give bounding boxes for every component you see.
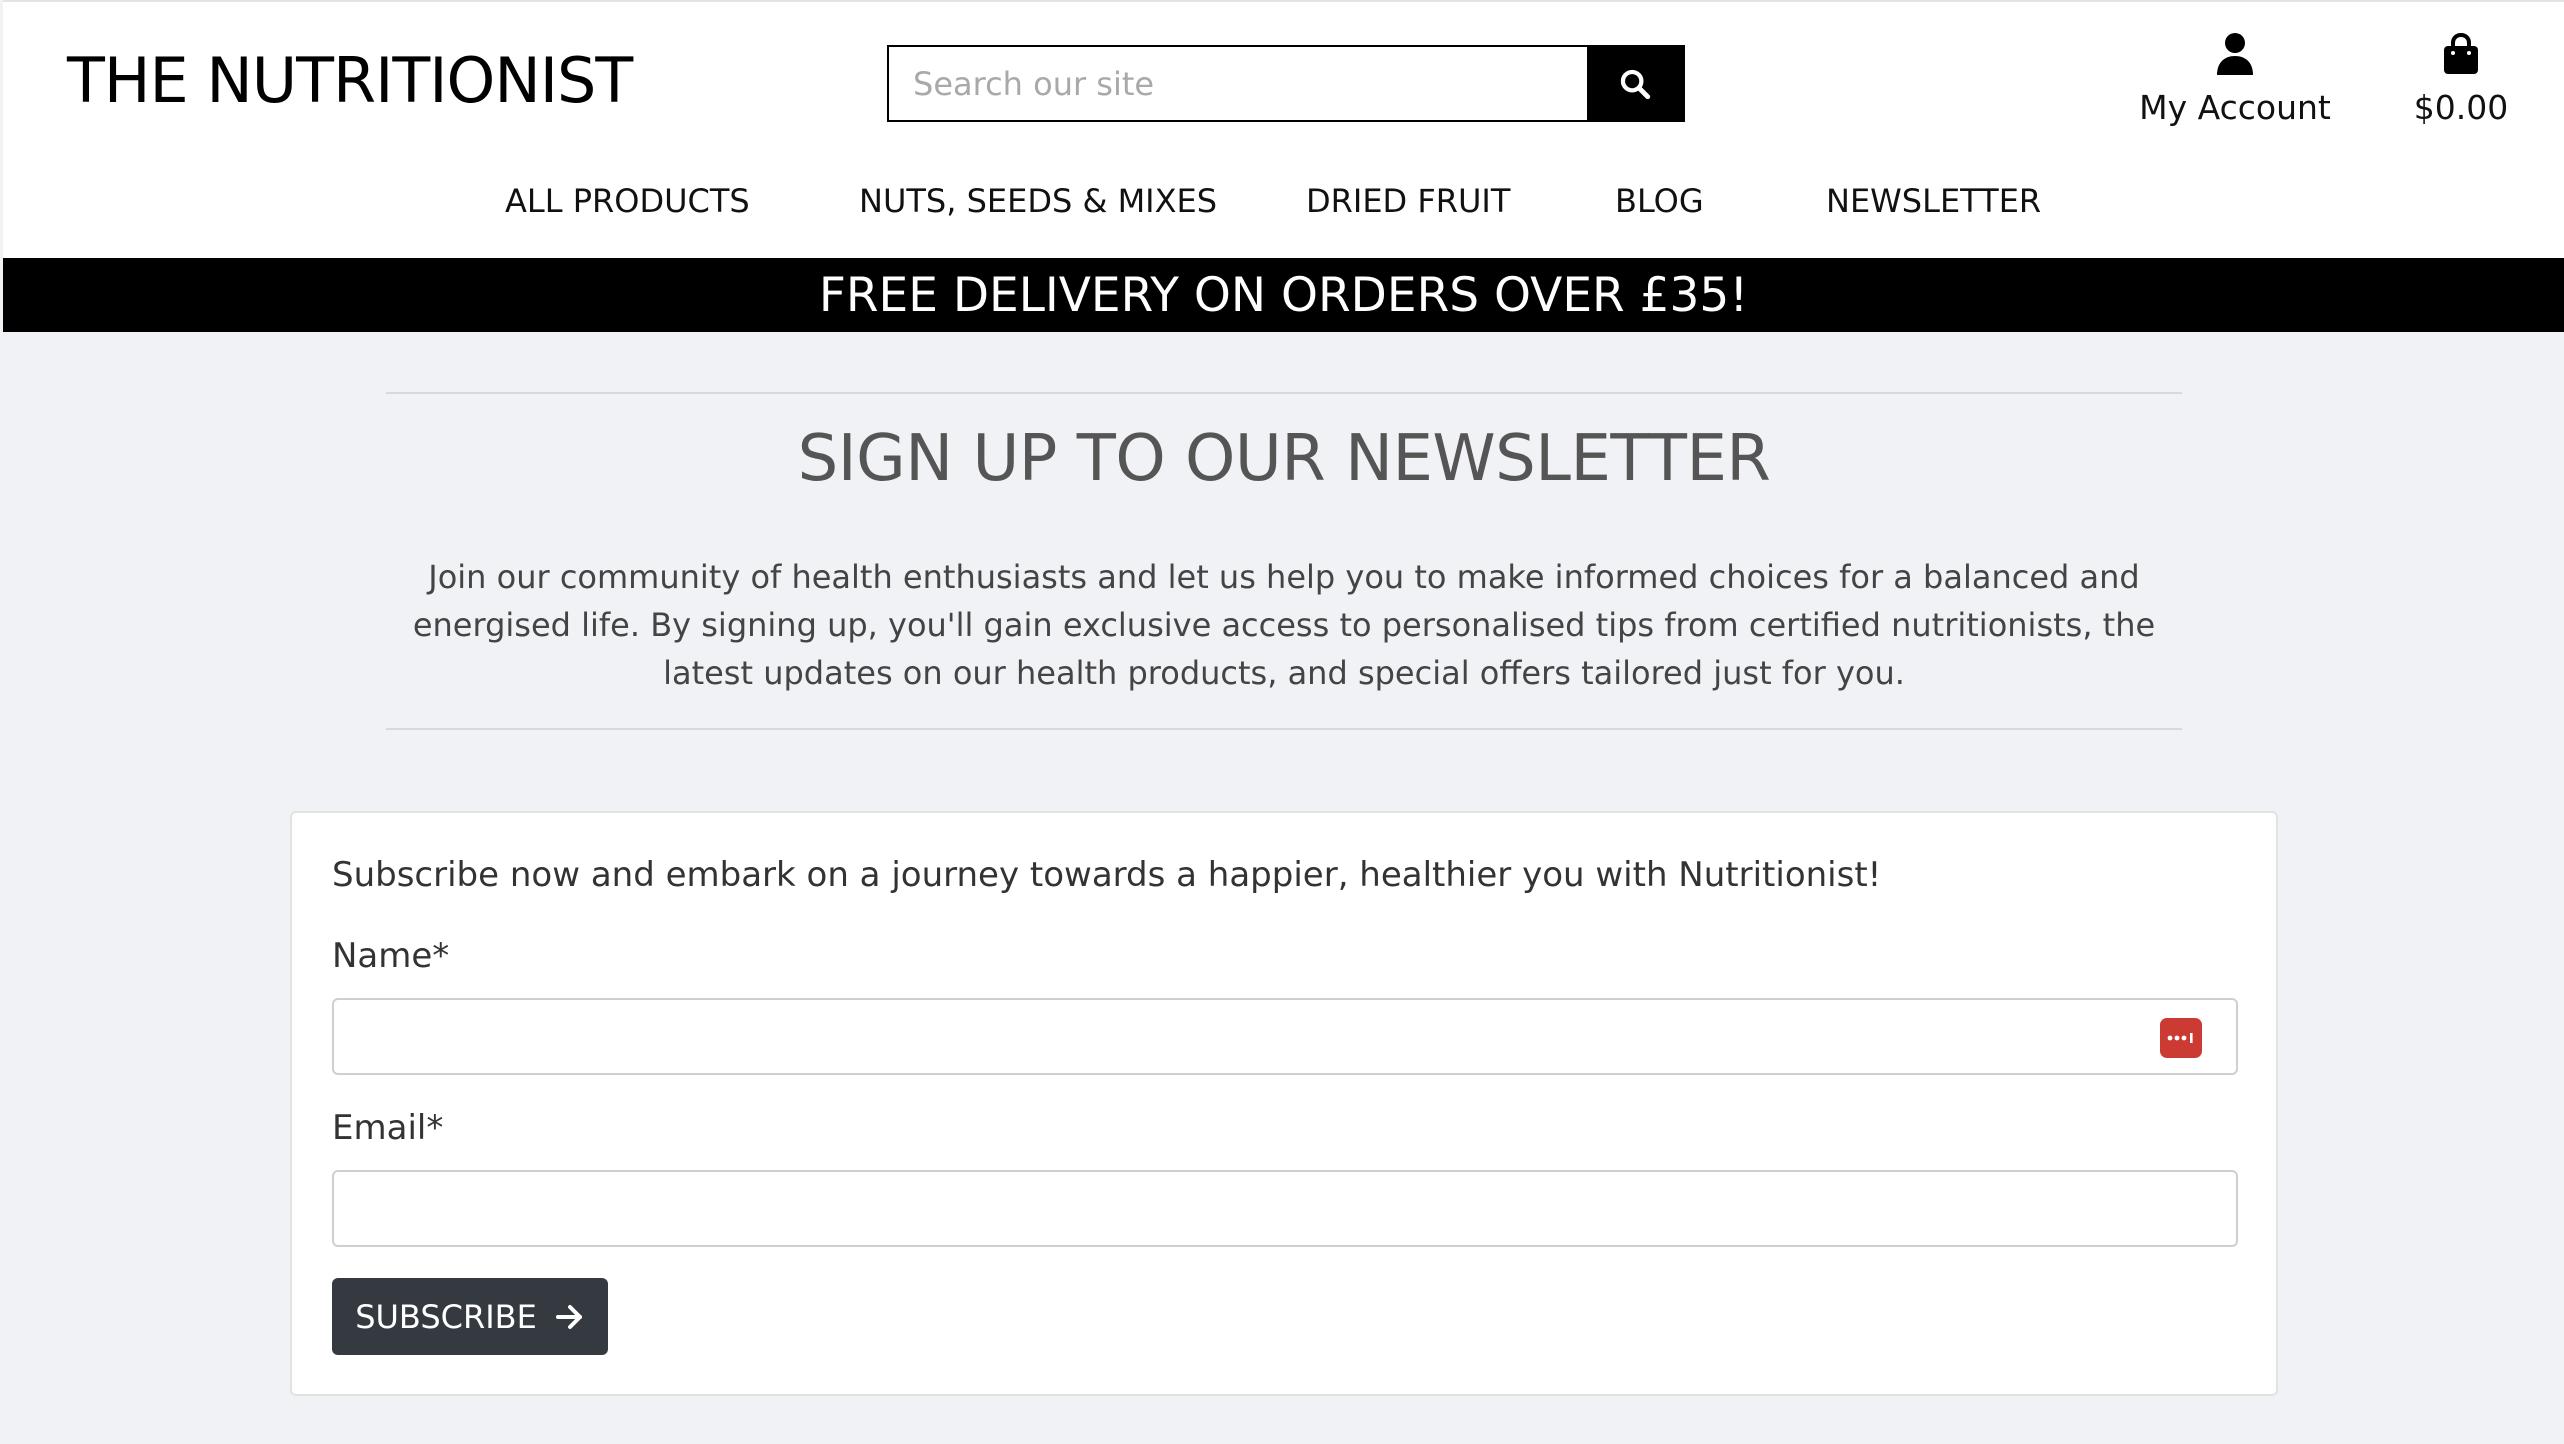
my-account-label: My Account (2139, 88, 2331, 127)
search-icon (1620, 69, 1651, 99)
search-input[interactable] (889, 47, 1587, 120)
free-delivery-banner: FREE DELIVERY ON ORDERS OVER £35! (3, 258, 2564, 332)
bottom-divider (386, 728, 2182, 730)
name-input[interactable] (334, 1000, 2236, 1073)
newsletter-form: Subscribe now and embark on a journey to… (290, 811, 2278, 1396)
nav-newsletter[interactable]: NEWSLETTER (1826, 182, 2041, 220)
newsletter-intro: Join our community of health enthusiasts… (412, 558, 2156, 692)
nav-blog[interactable]: BLOG (1615, 182, 1704, 220)
email-field-wrapper (332, 1170, 2238, 1247)
name-field-wrapper (332, 998, 2238, 1075)
password-manager-icon[interactable] (2160, 1018, 2202, 1058)
user-icon (2217, 33, 2253, 75)
main-nav: ALL PRODUCTS NUTS, SEEDS & MIXES DRIED F… (3, 182, 2564, 226)
email-input[interactable] (334, 1172, 2236, 1245)
cart-total: $0.00 (2413, 88, 2509, 127)
form-intro: Subscribe now and embark on a journey to… (332, 855, 1882, 895)
site-logo[interactable]: THE NUTRITIONIST (67, 44, 633, 117)
page-title: SIGN UP TO OUR NEWSLETTER (797, 422, 1771, 496)
nav-nuts-seeds-mixes[interactable]: NUTS, SEEDS & MIXES (859, 182, 1217, 220)
site-header: THE NUTRITIONIST My Account $0.00 ALL PR… (3, 0, 2564, 258)
top-divider (386, 392, 2182, 394)
email-label: Email* (332, 1108, 444, 1148)
name-label: Name* (332, 936, 450, 976)
search-button[interactable] (1587, 47, 1683, 120)
arrow-right-icon (555, 1304, 582, 1329)
nav-all-products[interactable]: ALL PRODUCTS (505, 182, 750, 220)
nav-dried-fruit[interactable]: DRIED FRUIT (1306, 182, 1510, 220)
my-account-link[interactable]: My Account (2123, 32, 2347, 127)
shopping-bag-icon (2444, 32, 2478, 74)
search-form (887, 45, 1685, 122)
cart-link[interactable]: $0.00 (2401, 32, 2521, 127)
subscribe-button[interactable]: SUBSCRIBE (332, 1278, 608, 1355)
subscribe-label: SUBSCRIBE (355, 1297, 537, 1336)
